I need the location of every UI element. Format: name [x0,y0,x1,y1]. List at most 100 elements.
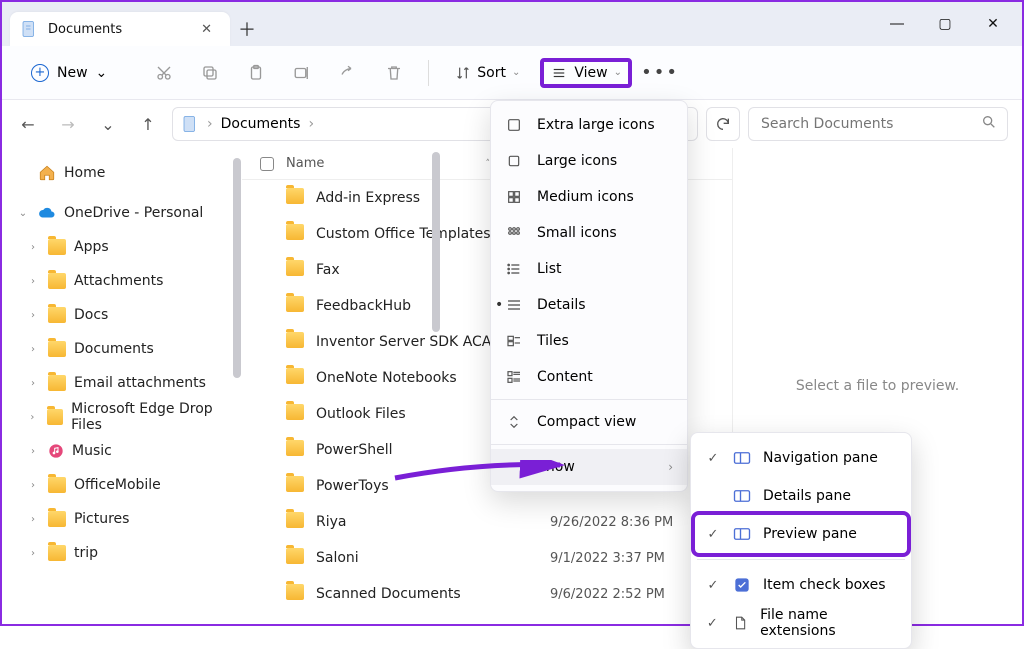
chevron-right-icon[interactable]: › [26,242,40,253]
view-mode-icon [505,189,523,205]
folder-icon [286,260,304,280]
up-button[interactable]: ↑ [132,108,164,140]
maximize-button[interactable]: ▢ [922,8,968,40]
file-name: Scanned Documents [316,586,538,602]
menu-label: Content [537,369,593,385]
cut-icon[interactable] [146,55,182,91]
rename-icon[interactable] [284,55,320,91]
back-button[interactable]: ← [12,108,44,140]
sidebar-item-home[interactable]: Home [6,156,238,190]
sidebar-item[interactable]: ›Pictures [6,502,238,536]
onedrive-icon [38,206,56,220]
menu-item-show[interactable]: Show› [491,449,687,485]
submenu-item[interactable]: ✓Navigation pane [695,439,907,477]
sidebar-label: Music [72,443,112,459]
menu-label: Medium icons [537,189,634,205]
breadcrumb-item[interactable]: Documents [221,116,301,132]
close-window-button[interactable]: ✕ [970,8,1016,40]
submenu-label: Navigation pane [763,450,878,466]
filelist-scrollbar[interactable] [432,152,442,552]
chevron-right-icon[interactable]: › [26,412,39,423]
minimize-button[interactable]: ― [874,8,920,40]
table-row[interactable]: Saloni9/1/2022 3:37 PM [242,540,732,576]
menu-label: Extra large icons [537,117,655,133]
view-button[interactable]: View ⌄ [540,58,632,88]
sidebar-scrollbar[interactable] [232,158,242,568]
recent-locations-button[interactable]: ⌄ [92,108,124,140]
menu-item[interactable]: Extra large icons [491,107,687,143]
chevron-right-icon[interactable]: › [26,276,40,287]
sidebar-item[interactable]: ›Documents [6,332,238,366]
sidebar-item[interactable]: › Music [6,434,238,468]
tab-documents[interactable]: Documents ✕ [10,12,230,46]
folder-icon [48,307,66,323]
sidebar-item[interactable]: ›Attachments [6,264,238,298]
folder-icon [48,273,66,289]
preview-empty-text: Select a file to preview. [796,378,959,394]
chevron-right-icon[interactable]: › [26,378,40,389]
sidebar-label: Docs [74,307,108,323]
sidebar-item-onedrive[interactable]: ⌄ OneDrive - Personal [6,196,238,230]
close-tab-icon[interactable]: ✕ [197,18,216,41]
table-row[interactable]: Riya9/26/2022 8:36 PM [242,504,732,540]
pane-icon [733,527,751,541]
chevron-right-icon[interactable]: › [26,344,40,355]
view-mode-icon [505,153,523,169]
copy-icon[interactable] [192,55,228,91]
submenu-label: Preview pane [763,526,857,542]
chevron-right-icon[interactable]: › [26,480,40,491]
chevron-down-icon: ⌄ [96,65,108,81]
submenu-label: Item check boxes [763,577,886,593]
search-box[interactable] [748,107,1008,141]
new-label: New [57,65,88,81]
menu-item-compact[interactable]: Compact view [491,404,687,440]
sidebar-item[interactable]: › Docs [6,298,238,332]
sidebar-item[interactable]: ›trip [6,536,238,570]
folder-icon [286,584,304,604]
submenu-item[interactable]: ✓Preview pane [695,515,907,553]
menu-item[interactable]: Small icons [491,215,687,251]
share-icon[interactable] [330,55,366,91]
table-row[interactable]: Scanned Documents9/6/2022 2:52 PM [242,576,732,612]
sort-label: Sort [477,65,506,81]
forward-button[interactable]: → [52,108,84,140]
chevron-right-icon[interactable]: › [26,514,40,525]
sidebar-item[interactable]: ›OfficeMobile [6,468,238,502]
chevron-right-icon[interactable]: › [26,446,40,457]
menu-item[interactable]: Tiles [491,323,687,359]
column-name[interactable]: Name [286,156,324,171]
home-icon [38,164,56,182]
new-button[interactable]: + New ⌄ [18,57,120,89]
more-button[interactable]: ••• [642,55,678,91]
menu-item[interactable]: •Details [491,287,687,323]
select-all-checkbox[interactable] [260,157,274,171]
refresh-button[interactable] [706,107,740,141]
folder-icon [286,296,304,316]
compact-view-icon [505,414,523,430]
menu-item[interactable]: List [491,251,687,287]
sidebar-label: OneDrive - Personal [64,205,203,221]
menu-item[interactable]: Content [491,359,687,395]
menu-item[interactable]: Large icons [491,143,687,179]
view-mode-icon [505,225,523,241]
submenu-item[interactable]: Details pane [695,477,907,515]
paste-icon[interactable] [238,55,274,91]
new-tab-button[interactable]: ＋ [230,12,264,46]
view-mode-icon [505,261,523,277]
delete-icon[interactable] [376,55,412,91]
submenu-item[interactable]: ✓File name extensions [695,604,907,642]
menu-item[interactable]: Medium icons [491,179,687,215]
chevron-right-icon: › [207,116,213,132]
chevron-right-icon[interactable]: › [26,310,40,321]
chevron-down-icon[interactable]: ⌄ [16,208,30,219]
submenu-item[interactable]: ✓Item check boxes [695,566,907,604]
sidebar-item[interactable]: ›Apps [6,230,238,264]
sidebar-item[interactable]: ›Email attachments [6,366,238,400]
menu-label: Tiles [537,333,569,349]
chevron-right-icon[interactable]: › [26,548,40,559]
folder-icon [48,375,66,391]
sort-button[interactable]: Sort ⌄ [445,59,530,87]
search-input[interactable] [759,115,981,133]
sidebar-item[interactable]: ›Microsoft Edge Drop Files [6,400,238,434]
view-mode-icon [505,333,523,349]
